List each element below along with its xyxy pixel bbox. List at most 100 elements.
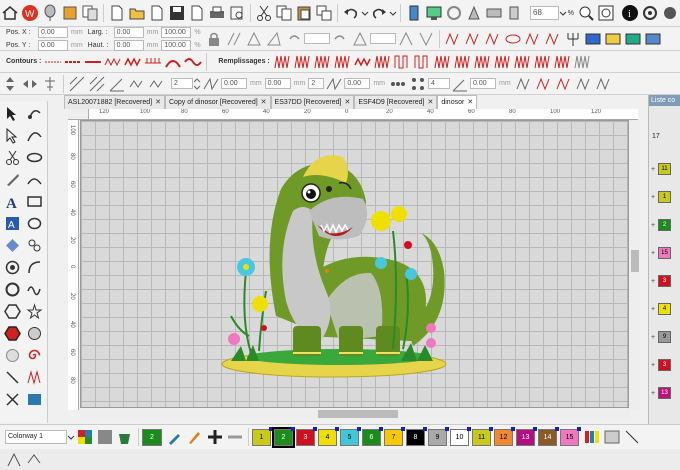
fill-gradient-icon[interactable] <box>552 52 572 72</box>
fill-pattern-icon[interactable] <box>312 52 332 72</box>
fill-style-red5-icon[interactable] <box>523 29 543 49</box>
shape-tool[interactable] <box>2 235 22 255</box>
tab-document-5[interactable]: dinosor ✕ <box>437 95 478 109</box>
fill-radial-icon[interactable] <box>512 52 532 72</box>
save-icon[interactable] <box>167 3 187 23</box>
fill-style-red6-icon[interactable] <box>543 29 563 49</box>
expand-icon[interactable]: + <box>651 222 658 229</box>
palette-sort-icon[interactable] <box>602 427 622 447</box>
fill-satin-icon[interactable] <box>272 52 292 72</box>
select-arrow-tool[interactable] <box>2 103 22 123</box>
monogram-tool[interactable]: A <box>2 213 22 233</box>
arrow-left-right-icon[interactable] <box>20 74 40 94</box>
fill-wave-icon[interactable] <box>372 52 392 72</box>
object-list-item[interactable]: +4 <box>651 300 679 318</box>
puzzle-icon[interactable] <box>60 3 80 23</box>
color-grid-icon[interactable] <box>75 427 95 447</box>
angle-tool-icon[interactable] <box>450 74 470 94</box>
trueview-icon[interactable] <box>464 3 484 23</box>
vertical-scroll-thumb[interactable] <box>631 250 639 272</box>
fill-style-red4-icon[interactable] <box>503 29 523 49</box>
reshape-tool[interactable] <box>24 103 44 123</box>
settings-icon[interactable] <box>640 3 660 23</box>
pull-comp-icon[interactable] <box>324 74 344 94</box>
palette-color-14[interactable]: 14 <box>538 426 559 446</box>
node-select-tool[interactable] <box>2 125 22 145</box>
align-center-icon[interactable] <box>40 74 60 94</box>
fill-contour-icon[interactable] <box>452 52 472 72</box>
cut-icon[interactable] <box>254 3 274 23</box>
expand-icon[interactable]: + <box>651 250 658 257</box>
fill-style-red-icon[interactable] <box>443 29 463 49</box>
close-icon[interactable]: ✕ <box>467 96 473 109</box>
skew-input[interactable] <box>369 33 396 44</box>
design-canvas[interactable] <box>80 120 629 408</box>
object-list-item[interactable]: +3 <box>651 272 679 290</box>
param-1-spin-icon[interactable] <box>193 74 201 94</box>
info-icon[interactable]: i <box>620 3 640 23</box>
zoom-extent-icon[interactable] <box>596 3 616 23</box>
undo-dropdown-icon[interactable] <box>361 3 369 23</box>
balloon-icon[interactable] <box>40 3 60 23</box>
contour-stemstitch-icon[interactable] <box>103 52 123 72</box>
close-icon[interactable]: ✕ <box>344 96 350 109</box>
lock-proportions-icon[interactable] <box>204 29 224 49</box>
underlay-icon[interactable] <box>127 74 147 94</box>
dots-grid-icon[interactable] <box>408 74 428 94</box>
plus-icon[interactable] <box>205 427 225 447</box>
param-6-input[interactable]: 4 <box>428 78 451 89</box>
height-input[interactable]: 0.00 <box>113 39 144 51</box>
scissors-tool[interactable] <box>2 147 22 167</box>
tab-document-3[interactable]: ES37DD [Recovered] ✕ <box>270 95 355 109</box>
vertical-scrollbar[interactable] <box>630 120 640 410</box>
text-path-tool[interactable] <box>24 169 44 189</box>
fill-spiral-icon[interactable] <box>532 52 552 72</box>
rectangle-tool[interactable] <box>24 191 44 211</box>
rotate-icon[interactable] <box>244 29 264 49</box>
contour-run-icon[interactable] <box>43 52 63 72</box>
contour-backstitch-icon[interactable] <box>83 52 103 72</box>
flip-horizontal-icon[interactable] <box>416 29 436 49</box>
stitch-player-icon[interactable] <box>404 3 424 23</box>
expand-icon[interactable]: + <box>651 194 658 201</box>
fill-style-red3-icon[interactable] <box>483 29 503 49</box>
freehand-tool[interactable] <box>24 279 44 299</box>
satin-column-tool[interactable] <box>24 367 44 387</box>
expand-icon[interactable]: + <box>651 334 658 341</box>
object-list-item[interactable]: +13 <box>651 384 679 402</box>
dinosaur-embroidery-design[interactable] <box>81 121 629 408</box>
fill-cross-icon[interactable] <box>412 52 432 72</box>
expand-icon[interactable]: + <box>651 166 658 173</box>
sewing-machine-icon[interactable] <box>484 3 504 23</box>
palette-blue-icon[interactable] <box>583 29 603 49</box>
tab-document-2[interactable]: Copy of dinosor [Recovered] ✕ <box>164 95 271 109</box>
machine-status-icon[interactable] <box>24 450 44 470</box>
zoom-in-icon[interactable] <box>576 3 596 23</box>
star-tool[interactable] <box>24 301 44 321</box>
paint-brush-icon[interactable] <box>185 427 205 447</box>
knife-tool[interactable] <box>2 169 22 189</box>
scale-height-input[interactable]: 100.00 <box>161 39 192 51</box>
thread-chart-icon[interactable] <box>95 427 115 447</box>
copy-settings-icon[interactable] <box>80 3 100 23</box>
close-icon[interactable]: ✕ <box>155 96 161 109</box>
spacing-icon[interactable] <box>67 74 87 94</box>
angle-input[interactable] <box>303 33 330 44</box>
design-library-icon[interactable] <box>623 29 643 49</box>
cross-stitch-tool[interactable] <box>2 389 22 409</box>
palette-color-10[interactable]: 10 <box>450 426 471 446</box>
hexagon-tool[interactable] <box>2 301 22 321</box>
new-file-icon[interactable] <box>107 3 127 23</box>
hole-tool[interactable] <box>2 257 22 277</box>
fill-square-icon[interactable] <box>392 52 412 72</box>
zoom-dropdown-icon[interactable] <box>559 3 567 23</box>
print-preview-icon[interactable] <box>227 3 247 23</box>
horizontal-scrollbar[interactable] <box>80 409 630 419</box>
palette-close-icon[interactable] <box>622 427 642 447</box>
palette-color-4[interactable]: 4 <box>318 426 339 446</box>
grid-color-icon[interactable] <box>643 29 663 49</box>
pos-x-input[interactable]: 0.00 <box>38 26 68 38</box>
minus-icon[interactable] <box>225 427 245 447</box>
horizontal-scroll-thumb[interactable] <box>318 410 398 418</box>
object-list-item[interactable]: +1 <box>651 188 679 206</box>
